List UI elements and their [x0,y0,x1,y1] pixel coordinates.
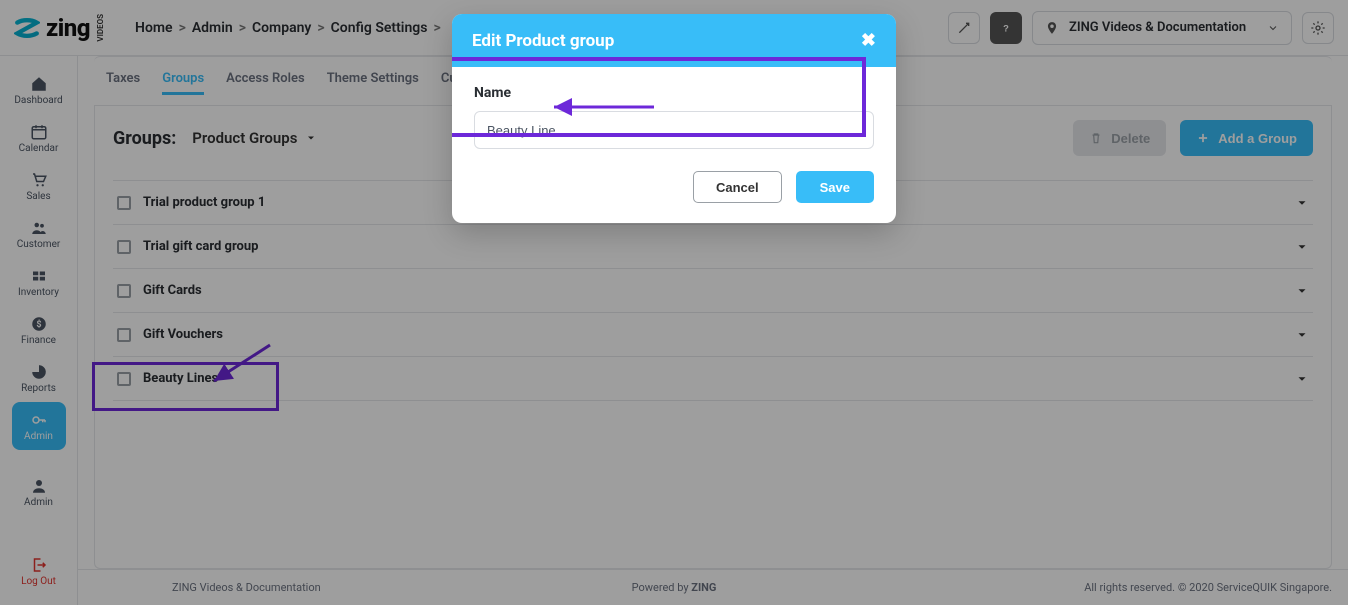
modal-overlay: Edit Product group ✖ Name Cancel Save [0,0,1348,605]
save-button[interactable]: Save [796,171,874,203]
name-input[interactable] [474,111,874,149]
name-label: Name [474,85,874,101]
modal-title: Edit Product group [472,31,614,51]
close-icon[interactable]: ✖ [861,30,876,51]
edit-product-group-modal: Edit Product group ✖ Name Cancel Save [452,14,896,223]
cancel-button[interactable]: Cancel [693,171,782,203]
